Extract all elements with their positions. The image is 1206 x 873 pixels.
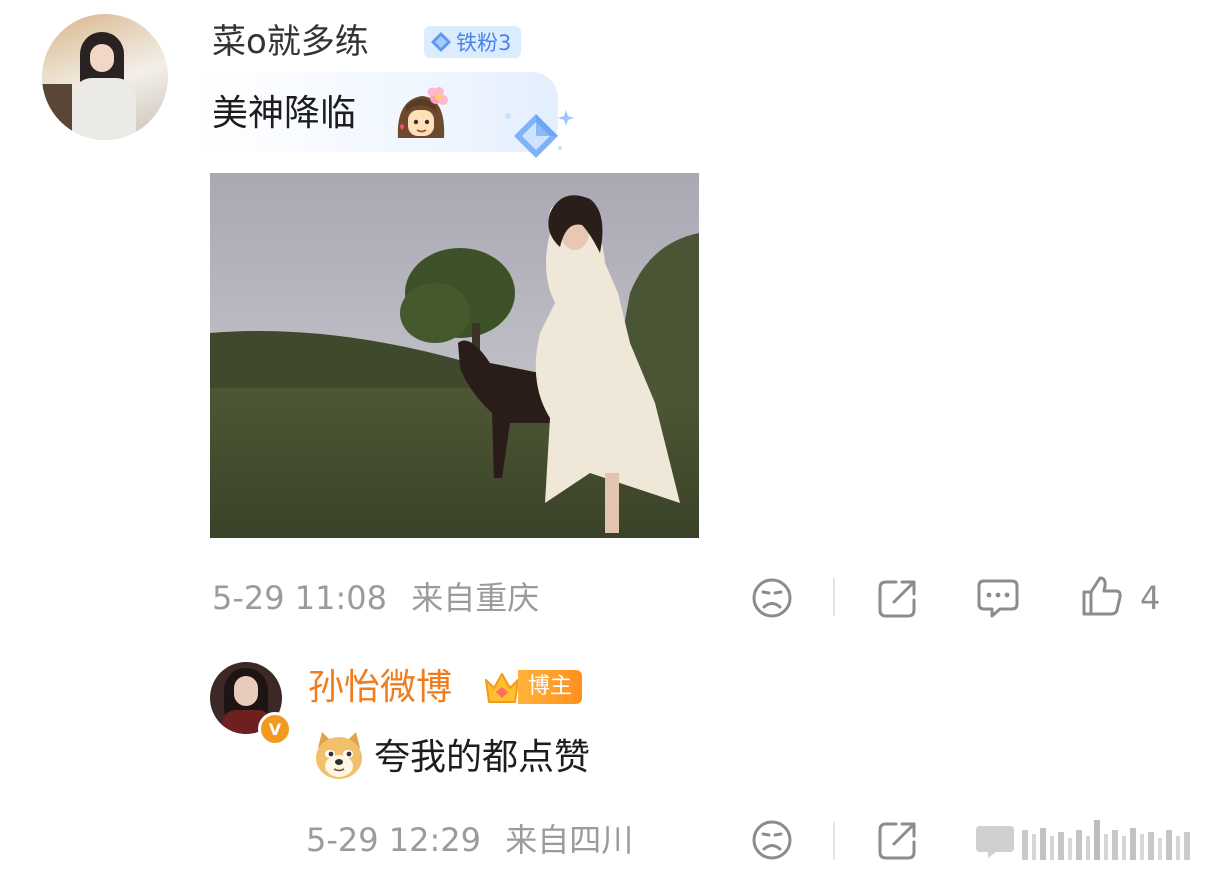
comment-author-name[interactable]: 菜o就多练 bbox=[212, 20, 369, 64]
comment-text: 美神降临 bbox=[212, 93, 357, 134]
reply-meta: 5-29 12:29 来自四川 bbox=[306, 820, 633, 860]
sad-face-icon[interactable] bbox=[750, 576, 794, 620]
fan-level-badge[interactable]: 铁粉3 bbox=[424, 26, 522, 58]
crown-icon bbox=[485, 673, 519, 703]
verified-v-icon: V bbox=[258, 712, 292, 746]
thumbs-up-icon[interactable] bbox=[1080, 574, 1124, 618]
diamond-icon bbox=[431, 32, 451, 52]
reply-location: 来自四川 bbox=[505, 821, 634, 859]
like-count: 4 bbox=[1140, 579, 1161, 617]
comment-meta: 5-29 11:08 来自重庆 bbox=[212, 578, 539, 618]
girl-with-flower-emoji bbox=[397, 87, 448, 138]
comment-location: 来自重庆 bbox=[411, 579, 540, 617]
reply-date: 5-29 12:29 bbox=[306, 821, 482, 859]
divider bbox=[833, 822, 835, 860]
reply-author-name[interactable]: 孙怡微博 bbox=[308, 664, 452, 712]
comment-icon[interactable] bbox=[976, 576, 1020, 620]
reply-text: 夸我的都点赞 bbox=[374, 737, 591, 778]
diamond-decoration-icon bbox=[505, 110, 574, 158]
divider bbox=[833, 578, 835, 616]
share-icon[interactable] bbox=[876, 818, 920, 862]
comment-date: 5-29 11:08 bbox=[212, 579, 388, 617]
avatar[interactable] bbox=[42, 14, 168, 140]
doge-emoji bbox=[316, 732, 362, 779]
comment-image[interactable] bbox=[210, 173, 699, 538]
platform-watermark bbox=[976, 820, 1190, 860]
blogger-badge: 博主 bbox=[518, 670, 583, 704]
fan-badge-label: 铁粉3 bbox=[456, 31, 512, 55]
share-icon[interactable] bbox=[876, 576, 920, 620]
sad-face-icon[interactable] bbox=[750, 818, 794, 862]
